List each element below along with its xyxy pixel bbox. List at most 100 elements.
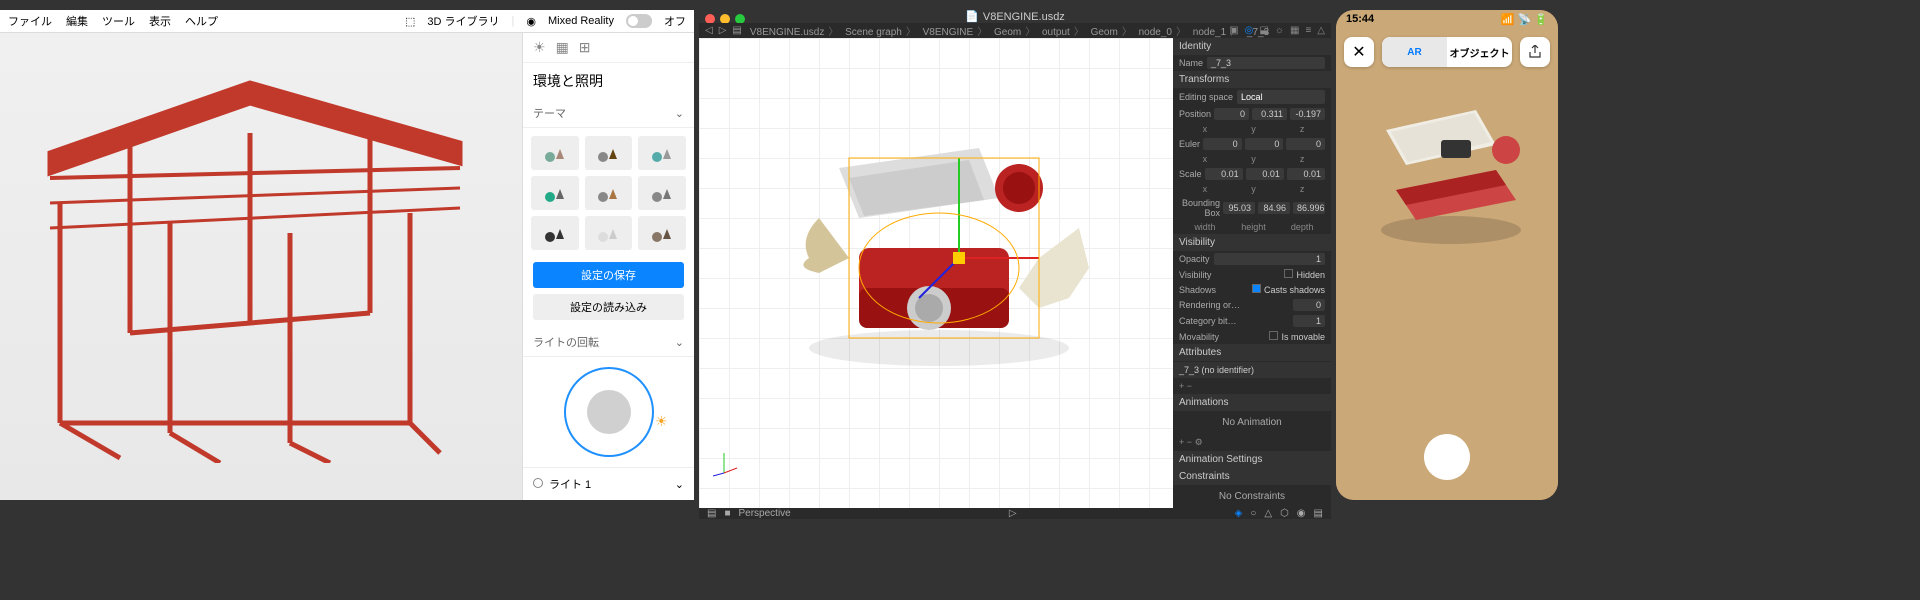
name-field[interactable]: _7_3 — [1207, 57, 1325, 69]
theme-swatch[interactable] — [638, 136, 686, 170]
mr-off-label: オフ — [664, 13, 686, 29]
play-icon[interactable]: ▷ — [1009, 508, 1017, 519]
theme-swatch[interactable] — [531, 136, 579, 170]
add-attr-icon[interactable]: + — [1179, 381, 1184, 391]
tool-icon[interactable]: ▤ — [1314, 508, 1323, 519]
theme-swatch[interactable] — [638, 216, 686, 250]
rendering-input[interactable]: 0 — [1293, 299, 1325, 311]
hidden-checkbox[interactable] — [1284, 269, 1293, 278]
mr-toggle[interactable] — [626, 14, 652, 28]
theme-grid — [523, 128, 694, 258]
pos-y-input[interactable]: 0.311 — [1252, 108, 1287, 120]
toolbar-icon[interactable]: △ — [1317, 25, 1325, 36]
pos-x-input[interactable]: 0 — [1214, 108, 1249, 120]
menu-tool[interactable]: ツール — [102, 13, 135, 29]
scale-z-input[interactable]: 0.01 — [1287, 168, 1325, 180]
transforms-header: Transforms — [1173, 71, 1331, 88]
nav-back-icon[interactable]: ◁ — [705, 25, 713, 36]
anim-settings-icon[interactable]: ⚙ — [1195, 437, 1203, 447]
share-button[interactable] — [1520, 37, 1550, 67]
theme-swatch[interactable] — [531, 216, 579, 250]
toolbar-icon[interactable]: ☼ — [1275, 25, 1284, 36]
remove-anim-icon[interactable]: − — [1187, 437, 1192, 447]
status-time: 15:44 — [1346, 13, 1374, 26]
no-constraints-label: No Constraints — [1173, 485, 1331, 508]
3d-viewport[interactable] — [699, 38, 1173, 508]
ar-engine-model[interactable] — [1366, 90, 1536, 250]
library-button[interactable]: 3D ライブラリ — [427, 13, 499, 29]
bbox-height: 84.96 — [1258, 202, 1290, 214]
toolbar: ◁ ▷ ▤ V8ENGINE.usdz〉 Scene graph〉 V8ENGI… — [699, 23, 1331, 38]
scale-y-input[interactable]: 0.01 — [1246, 168, 1284, 180]
breadcrumb[interactable]: V8ENGINE.usdz〉 Scene graph〉 V8ENGINE〉 Ge… — [748, 23, 1271, 38]
paint3d-app: ファイル 編集 ツール 表示 ヘルプ ⬚ 3D ライブラリ | ◉ Mixed … — [0, 10, 694, 500]
window-titlebar: 📄 V8ENGINE.usdz — [699, 10, 1331, 23]
save-settings-button[interactable]: 設定の保存 — [533, 262, 684, 288]
camera-icon[interactable]: ■ — [724, 508, 730, 519]
shadows-checkbox[interactable] — [1252, 284, 1261, 293]
light-1-row[interactable]: ライト 1 ⌄ — [523, 468, 694, 500]
light-rotation-dial[interactable]: ☀ — [564, 367, 654, 457]
statusbar: 15:44 📶 📡 🔋 — [1336, 10, 1558, 29]
tool-icon[interactable]: ◉ — [1297, 508, 1306, 519]
no-animation-label: No Animation — [1173, 411, 1331, 434]
light-rotation-section[interactable]: ライトの回転 ⌄ — [523, 328, 694, 357]
theme-swatch[interactable] — [531, 176, 579, 210]
menubar: ファイル 編集 ツール 表示 ヘルプ ⬚ 3D ライブラリ | ◉ Mixed … — [0, 10, 694, 33]
menu-help[interactable]: ヘルプ — [185, 13, 218, 29]
theme-section[interactable]: テーマ ⌄ — [523, 99, 694, 128]
ar-tab[interactable]: AR — [1382, 37, 1447, 67]
scale-x-input[interactable]: 0.01 — [1205, 168, 1243, 180]
remove-attr-icon[interactable]: − — [1187, 381, 1192, 391]
toolbar-icon[interactable]: ⬓ — [1259, 25, 1268, 36]
opacity-input[interactable]: 1 — [1214, 253, 1325, 265]
load-settings-button[interactable]: 設定の読み込み — [533, 294, 684, 320]
euler-z-input[interactable]: 0 — [1286, 138, 1325, 150]
toolbar-icon[interactable]: ▣ — [1229, 25, 1238, 36]
mode-segment[interactable]: AR オブジェクト — [1382, 37, 1512, 67]
chevron-down-icon: ⌄ — [675, 336, 684, 349]
category-input[interactable]: 1 — [1293, 315, 1325, 327]
tool-icon[interactable]: ◈ — [1235, 508, 1243, 519]
tool-icon[interactable]: △ — [1264, 508, 1272, 519]
close-button[interactable]: ✕ — [1344, 37, 1374, 67]
object-tab[interactable]: オブジェクト — [1447, 37, 1512, 67]
menu-view[interactable]: 表示 — [149, 13, 171, 29]
movable-checkbox[interactable] — [1269, 331, 1278, 340]
inspector-panel: Identity Name_7_3 Transforms Editing spa… — [1173, 38, 1331, 508]
euler-x-input[interactable]: 0 — [1203, 138, 1242, 150]
sidebar-toggle-icon[interactable]: ▤ — [732, 25, 741, 36]
add-anim-icon[interactable]: + — [1179, 437, 1184, 447]
3d-viewport[interactable] — [0, 33, 522, 500]
menu-edit[interactable]: 編集 — [66, 13, 88, 29]
theme-swatch[interactable] — [585, 216, 633, 250]
panel-icon[interactable]: ⊞ — [579, 39, 591, 56]
editing-space-select[interactable]: Local — [1237, 90, 1325, 104]
attribute-item[interactable]: _7_3 (no identifier) — [1173, 362, 1331, 378]
panel-title: 環境と照明 — [523, 63, 694, 99]
sidebar-icon[interactable]: ▤ — [707, 508, 716, 519]
theme-swatch[interactable] — [585, 176, 633, 210]
bbox-depth: 86.996 — [1293, 202, 1325, 214]
euler-y-input[interactable]: 0 — [1245, 138, 1284, 150]
nav-fwd-icon[interactable]: ▷ — [719, 25, 727, 36]
toolbar-icon[interactable]: ◎ — [1245, 25, 1254, 36]
light-radio[interactable] — [533, 478, 543, 488]
animations-header: Animations — [1173, 394, 1331, 411]
shutter-button[interactable] — [1424, 434, 1470, 480]
grid-icon[interactable]: ▦ — [556, 39, 569, 56]
toolbar-icon[interactable]: ≡ — [1305, 25, 1311, 36]
theme-swatch[interactable] — [585, 136, 633, 170]
pos-z-input[interactable]: -0.197 — [1290, 108, 1325, 120]
sun-handle-icon[interactable]: ☀ — [655, 413, 668, 430]
chevron-down-icon: ⌄ — [675, 107, 684, 120]
theme-swatch[interactable] — [638, 176, 686, 210]
tool-icon[interactable]: ○ — [1250, 508, 1256, 519]
perspective-label[interactable]: Perspective — [739, 508, 791, 519]
menu-file[interactable]: ファイル — [8, 13, 52, 29]
sun-icon[interactable]: ☀ — [533, 39, 546, 56]
bbox-width: 95.03 — [1223, 202, 1255, 214]
animation-settings-header: Animation Settings — [1173, 451, 1331, 468]
toolbar-icon[interactable]: ▦ — [1290, 25, 1299, 36]
tool-icon[interactable]: ⬡ — [1280, 508, 1289, 519]
